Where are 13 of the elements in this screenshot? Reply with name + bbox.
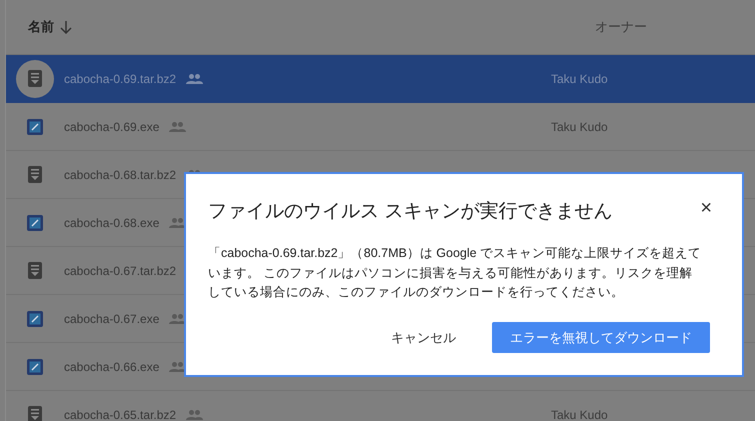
file-name: cabocha-0.68.exe xyxy=(64,216,160,230)
file-name: cabocha-0.69.exe xyxy=(64,120,160,134)
owner-name: Taku Kudo xyxy=(551,120,608,134)
dialog-title: ファイルのウイルス スキャンが実行できません xyxy=(208,200,612,224)
owner-name: Taku Kudo xyxy=(551,408,608,421)
file-name: cabocha-0.66.exe xyxy=(64,360,160,374)
owner-name: Taku Kudo xyxy=(551,72,608,86)
file-name: cabocha-0.65.tar.bz2 xyxy=(64,408,176,421)
file-name: cabocha-0.68.tar.bz2 xyxy=(64,168,176,182)
file-name: cabocha-0.67.tar.bz2 xyxy=(64,264,176,278)
file-name: cabocha-0.69.tar.bz2 xyxy=(64,72,176,86)
file-name: cabocha-0.67.exe xyxy=(64,312,160,326)
dialog-message: 「cabocha-0.69.tar.bz2」（80.7MB）は Google でスキャン可能な上限サイズを超えています。 このファイルはパソコンに損害を与える可能性があります。リスクを理解している場合にのみ、このファイルのダウンロードを行ってください。 xyxy=(208,245,702,301)
